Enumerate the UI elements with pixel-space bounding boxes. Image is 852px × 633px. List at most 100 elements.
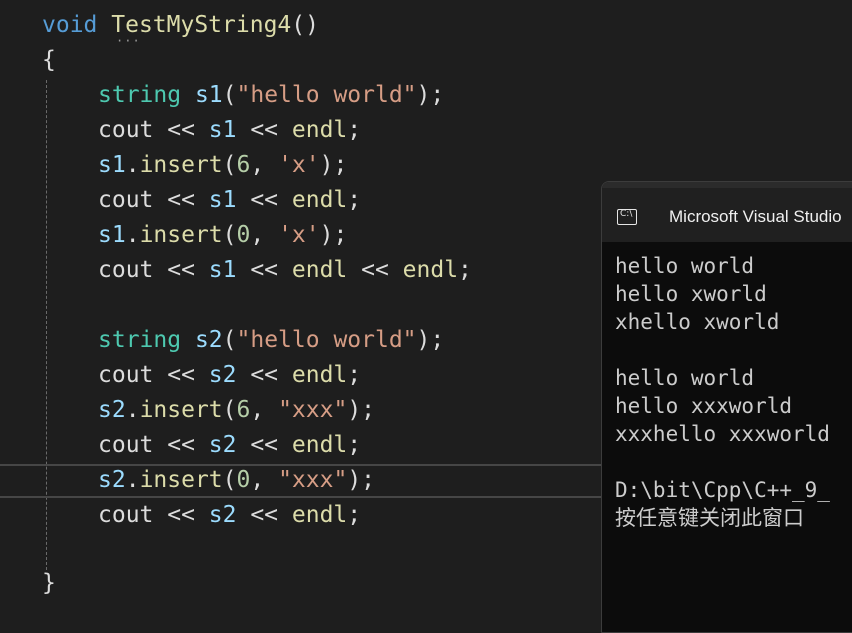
punct: , bbox=[250, 467, 279, 493]
punct: . bbox=[125, 397, 140, 423]
operator: << bbox=[153, 432, 209, 458]
code-line[interactable]: cout << s2 << endl; bbox=[98, 428, 361, 463]
variable-s2: s2 bbox=[208, 432, 237, 458]
code-line[interactable]: string s2("hello world"); bbox=[98, 323, 444, 358]
number: 6 bbox=[236, 152, 251, 178]
terminal-icon: C:\ bbox=[617, 209, 637, 225]
console-window[interactable]: C:\ Microsoft Visual Studio hello world … bbox=[601, 181, 852, 633]
code-line[interactable]: cout << s1 << endl; bbox=[98, 113, 361, 148]
variable-s2: s2 bbox=[98, 397, 126, 423]
endl: endl bbox=[291, 187, 348, 213]
code-line[interactable]: string s1("hello world"); bbox=[98, 78, 444, 113]
endl: endl bbox=[402, 257, 459, 283]
output-line: hello xxxworld bbox=[615, 394, 793, 418]
punct: . bbox=[125, 152, 140, 178]
cout: cout bbox=[98, 432, 154, 458]
variable-s1: s1 bbox=[98, 222, 126, 248]
punct: ( bbox=[222, 467, 237, 493]
punct: ( bbox=[222, 397, 237, 423]
method-insert: insert bbox=[139, 152, 223, 178]
output-line: hello world bbox=[615, 254, 755, 278]
char-literal: 'x' bbox=[278, 152, 320, 178]
cout: cout bbox=[98, 117, 154, 143]
operator: << bbox=[153, 502, 209, 528]
endl: endl bbox=[291, 117, 348, 143]
close-brace: } bbox=[42, 570, 56, 596]
keyword-void: void bbox=[42, 12, 98, 38]
output-line: hello world bbox=[615, 366, 755, 390]
punct: , bbox=[250, 397, 279, 423]
code-line[interactable]: cout << s2 << endl; bbox=[98, 498, 361, 533]
operator: << bbox=[153, 187, 209, 213]
punct: , bbox=[250, 222, 279, 248]
operator: << bbox=[236, 362, 292, 388]
code-line[interactable]: cout << s2 << endl; bbox=[98, 358, 361, 393]
cout: cout bbox=[98, 257, 154, 283]
variable-s2: s2 bbox=[98, 467, 126, 493]
variable-s2: s2 bbox=[208, 362, 237, 388]
code-line[interactable]: s1.insert(0, 'x'); bbox=[98, 218, 347, 253]
operator: << bbox=[153, 117, 209, 143]
punct: ); bbox=[319, 152, 348, 178]
punct: ); bbox=[319, 222, 348, 248]
punct: , bbox=[250, 152, 279, 178]
string-literal: "hello world" bbox=[236, 82, 417, 108]
code-line[interactable]: s1.insert(6, 'x'); bbox=[98, 148, 347, 183]
operator: << bbox=[236, 117, 292, 143]
open-brace: { bbox=[42, 47, 56, 73]
code-line-current[interactable]: s2.insert(0, "xxx"); bbox=[98, 463, 375, 498]
console-output[interactable]: hello world hello xworld xhello xworld h… bbox=[602, 242, 852, 532]
variable-s1: s1 bbox=[208, 187, 237, 213]
punct: ; bbox=[458, 257, 472, 283]
cout: cout bbox=[98, 502, 154, 528]
string-literal: "hello world" bbox=[236, 327, 417, 353]
method-insert: insert bbox=[139, 222, 223, 248]
punct: ( bbox=[222, 222, 237, 248]
output-line: hello xworld bbox=[615, 282, 767, 306]
punct: ); bbox=[416, 327, 445, 353]
punct: . bbox=[125, 222, 140, 248]
number: 0 bbox=[236, 467, 251, 493]
punct: ); bbox=[347, 467, 376, 493]
variable-s2: s2 bbox=[194, 327, 223, 353]
code-line-close-brace[interactable]: } bbox=[42, 566, 56, 601]
code-line-open-brace[interactable]: { bbox=[42, 43, 56, 78]
code-hint-dots[interactable]: ··· bbox=[116, 34, 141, 48]
endl: endl bbox=[291, 502, 348, 528]
endl: endl bbox=[291, 257, 348, 283]
string-literal: "xxx" bbox=[278, 467, 348, 493]
variable-s2: s2 bbox=[208, 502, 237, 528]
variable-s1: s1 bbox=[98, 152, 126, 178]
operator: << bbox=[236, 257, 292, 283]
output-line: xhello xworld bbox=[615, 310, 780, 334]
cout: cout bbox=[98, 362, 154, 388]
method-insert: insert bbox=[139, 397, 223, 423]
code-line-function-signature[interactable]: void TestMyString4() bbox=[42, 8, 319, 43]
punct: ; bbox=[347, 432, 362, 458]
punct: ; bbox=[347, 502, 362, 528]
operator: << bbox=[153, 362, 209, 388]
variable-s1: s1 bbox=[208, 117, 237, 143]
char-literal: 'x' bbox=[278, 222, 320, 248]
code-line[interactable]: cout << s1 << endl << endl; bbox=[98, 253, 472, 288]
console-title: Microsoft Visual Studio bbox=[669, 207, 842, 226]
method-insert: insert bbox=[139, 467, 223, 493]
code-line[interactable]: s2.insert(6, "xxx"); bbox=[98, 393, 375, 428]
console-titlebar[interactable]: C:\ Microsoft Visual Studio bbox=[602, 182, 852, 242]
punct: ( bbox=[222, 327, 237, 353]
variable-s1: s1 bbox=[208, 257, 237, 283]
code-line[interactable]: cout << s1 << endl; bbox=[98, 183, 361, 218]
endl: endl bbox=[291, 432, 348, 458]
punct: ); bbox=[416, 82, 445, 108]
punct: ; bbox=[347, 117, 362, 143]
output-line: xxxhello xxxworld bbox=[615, 422, 830, 446]
punct: . bbox=[125, 467, 140, 493]
punct: ( bbox=[222, 82, 237, 108]
punct: ; bbox=[347, 187, 362, 213]
terminal-icon-label: C:\ bbox=[620, 209, 633, 219]
